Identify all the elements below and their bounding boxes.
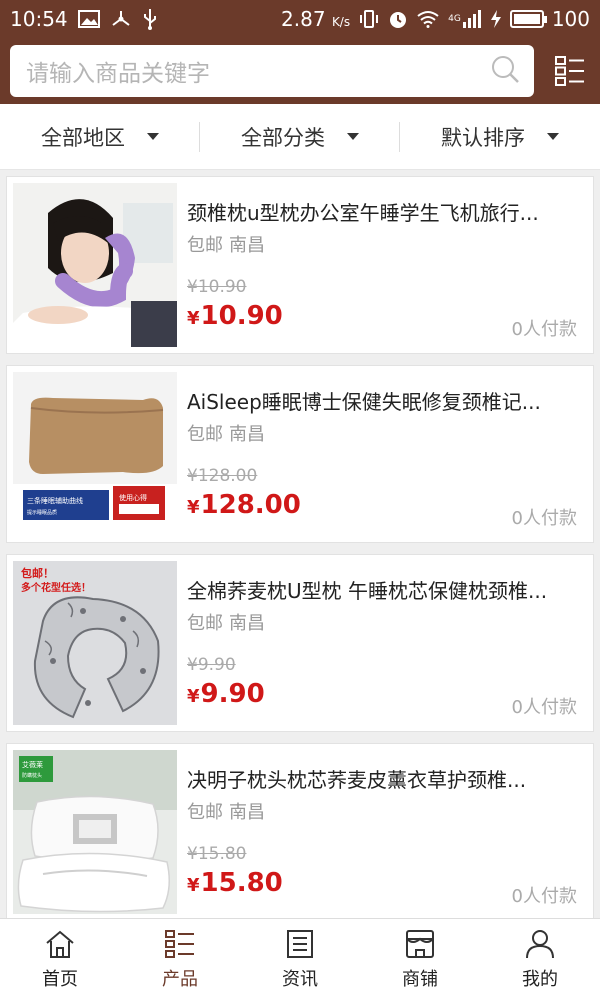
tab-products-label: 产品 <box>162 968 198 990</box>
svg-text:艾薇莱: 艾薇莱 <box>22 760 43 769</box>
product-meta: 包邮 南昌 <box>187 420 265 446</box>
shipping-tag: 包邮 <box>187 424 223 445</box>
sold-count: 0人付款 <box>511 886 577 907</box>
product-meta: 包邮 南昌 <box>187 798 265 824</box>
gallery-icon <box>77 10 100 28</box>
header: 请输入商品关键字 <box>0 38 600 104</box>
caret-down-icon <box>347 133 359 140</box>
svg-text:三条睡眠辅助曲线: 三条睡眠辅助曲线 <box>27 496 83 505</box>
tab-products[interactable]: 产品 <box>120 919 240 1000</box>
alarm-icon <box>388 9 408 29</box>
user-icon <box>526 929 554 958</box>
news-icon <box>287 929 313 958</box>
original-price: ¥9.90 <box>187 655 236 675</box>
current-price: ¥15.80 <box>187 868 283 898</box>
svg-text:多个花型任选！: 多个花型任选！ <box>21 581 91 594</box>
product-city: 南昌 <box>229 424 265 445</box>
product-title[interactable]: 颈椎枕u型枕办公室午睡学生飞机旅行... <box>187 197 583 226</box>
product-title[interactable]: 决明子枕头枕芯荞麦皮薰衣草护颈椎... <box>187 764 583 793</box>
usb-icon <box>142 8 158 30</box>
product-card[interactable]: 颈椎枕u型枕办公室午睡学生飞机旅行... 包邮 南昌 ¥10.90 ¥10.90 … <box>6 176 594 354</box>
product-meta: 包邮 南昌 <box>187 231 265 257</box>
shipping-tag: 包邮 <box>187 235 223 256</box>
store-icon <box>406 929 434 958</box>
product-image[interactable]: 包邮！ 多个花型任选！ <box>13 561 177 725</box>
charging-icon <box>490 9 502 29</box>
product-city: 南昌 <box>229 613 265 634</box>
battery-icon <box>509 10 547 28</box>
network-share-icon <box>110 9 132 29</box>
search-placeholder: 请输入商品关键字 <box>26 61 210 87</box>
bottom-tab-bar: 首页 产品 资讯 商铺 我的 <box>0 918 600 1000</box>
product-city: 南昌 <box>229 802 265 823</box>
current-price: ¥10.90 <box>187 301 283 331</box>
sold-count: 0人付款 <box>511 697 577 718</box>
category-menu-button[interactable] <box>550 51 590 91</box>
signal-icon: 4G <box>448 10 482 28</box>
svg-text:提示睡眠品质: 提示睡眠品质 <box>27 509 57 516</box>
filter-category-label: 全部分类 <box>241 125 325 150</box>
filter-bar: 全部地区 全部分类 默认排序 <box>0 104 600 170</box>
svg-text:使用心得: 使用心得 <box>119 493 147 502</box>
tab-stores-label: 商铺 <box>402 968 438 990</box>
product-image[interactable]: 艾薇莱 防螨枕头 <box>13 750 177 914</box>
filter-region[interactable]: 全部地区 <box>0 104 200 169</box>
home-icon <box>46 930 74 958</box>
tab-home-label: 首页 <box>42 968 78 990</box>
network-speed: 2.87 K/s <box>281 7 351 31</box>
tab-profile[interactable]: 我的 <box>480 919 600 1000</box>
tab-home[interactable]: 首页 <box>0 919 120 1000</box>
sold-count: 0人付款 <box>511 508 577 529</box>
svg-text:包邮！: 包邮！ <box>20 566 54 580</box>
current-price: ¥9.90 <box>187 679 265 709</box>
shipping-tag: 包邮 <box>187 613 223 634</box>
product-card[interactable]: 三条睡眠辅助曲线 提示睡眠品质 使用心得 AiSleep睡眠博士保健失眠修复颈椎… <box>6 365 594 543</box>
shipping-tag: 包邮 <box>187 802 223 823</box>
battery-level: 100 <box>551 7 590 31</box>
wifi-icon <box>416 10 440 28</box>
svg-text:防螨枕头: 防螨枕头 <box>22 772 42 779</box>
product-image[interactable]: 三条睡眠辅助曲线 提示睡眠品质 使用心得 <box>13 372 177 536</box>
tab-stores[interactable]: 商铺 <box>360 919 480 1000</box>
original-price: ¥10.90 <box>187 277 247 297</box>
product-city: 南昌 <box>229 235 265 256</box>
caret-down-icon <box>547 133 559 140</box>
current-price: ¥128.00 <box>187 490 301 520</box>
tab-news-label: 资讯 <box>282 968 318 990</box>
status-time: 10:54 <box>10 7 68 31</box>
vibrate-icon <box>358 9 380 29</box>
tab-news[interactable]: 资讯 <box>240 919 360 1000</box>
product-meta: 包邮 南昌 <box>187 609 265 635</box>
product-title[interactable]: 全棉荞麦枕U型枕 午睡枕芯保健枕颈椎... <box>187 575 583 604</box>
caret-down-icon <box>147 133 159 140</box>
original-price: ¥128.00 <box>187 466 258 486</box>
product-title[interactable]: AiSleep睡眠博士保健失眠修复颈椎记... <box>187 386 583 415</box>
list-icon <box>165 929 194 958</box>
product-card[interactable]: 包邮！ 多个花型任选！ 全棉荞麦枕U型枕 午睡枕芯保健枕颈椎... 包邮 南昌 ¥… <box>6 554 594 732</box>
product-image[interactable] <box>13 183 177 347</box>
category-menu-icon <box>555 56 584 86</box>
filter-region-label: 全部地区 <box>41 125 125 150</box>
product-card[interactable]: 艾薇莱 防螨枕头 决明子枕头枕芯荞麦皮薰衣草护颈椎... 包邮 南昌 ¥15.80… <box>6 743 594 921</box>
original-price: ¥15.80 <box>187 844 247 864</box>
filter-sort-label: 默认排序 <box>441 125 525 150</box>
status-bar: 10:54 2.87 K/s 4G 100 <box>0 0 600 38</box>
product-list: 颈椎枕u型枕办公室午睡学生飞机旅行... 包邮 南昌 ¥10.90 ¥10.90 … <box>6 176 594 932</box>
search-icon[interactable] <box>490 54 520 88</box>
tab-profile-label: 我的 <box>522 968 558 990</box>
sold-count: 0人付款 <box>511 319 577 340</box>
filter-sort[interactable]: 默认排序 <box>400 104 600 169</box>
filter-category[interactable]: 全部分类 <box>200 104 400 169</box>
search-input[interactable]: 请输入商品关键字 <box>10 45 534 97</box>
